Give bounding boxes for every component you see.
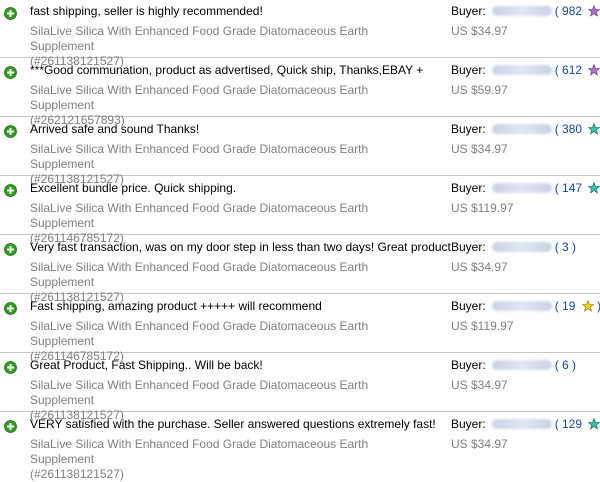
item-price: US $34.97	[451, 142, 508, 156]
positive-feedback-icon	[4, 420, 17, 433]
teal-star-icon	[588, 123, 600, 135]
buyer-info: Buyer:( 129 )	[451, 417, 600, 431]
feedback-list: fast shipping, seller is highly recommen…	[0, 0, 600, 481]
item-price: US $119.97	[451, 319, 514, 333]
yellow-star-icon	[581, 300, 594, 312]
buyer-score[interactable]: 19	[562, 299, 575, 313]
buyer-label: Buyer:	[451, 240, 486, 254]
feedback-row: Fast shipping, amazing product +++++ wil…	[0, 294, 600, 363]
buyer-score[interactable]: 982	[562, 4, 582, 18]
positive-feedback-icon	[4, 302, 17, 315]
buyer-info: Buyer:( 612 )	[451, 63, 600, 77]
feedback-row: Arrived safe and sound Thanks! SilaLive …	[0, 117, 600, 186]
buyer-label: Buyer:	[451, 358, 486, 372]
buyer-info: Buyer:( 147 )	[451, 181, 600, 195]
item-price: US $119.97	[451, 201, 514, 215]
positive-feedback-icon	[4, 243, 17, 256]
item-price: US $34.97	[451, 24, 508, 38]
buyer-label: Buyer:	[451, 181, 486, 195]
buyer-name-redacted[interactable]	[491, 64, 552, 75]
buyer-score[interactable]: 3	[562, 240, 569, 254]
positive-feedback-icon	[4, 184, 17, 197]
item-title-text: SilaLive Silica With Enhanced Food Grade…	[30, 437, 369, 466]
buyer-label: Buyer:	[451, 122, 486, 136]
feedback-comment: Fast shipping, amazing product +++++ wil…	[30, 299, 322, 313]
buyer-info: Buyer:( 982 )	[451, 4, 600, 18]
item-title-text: SilaLive Silica With Enhanced Food Grade…	[30, 142, 369, 171]
buyer-label: Buyer:	[451, 4, 486, 18]
item-title-text: SilaLive Silica With Enhanced Food Grade…	[30, 378, 369, 407]
buyer-info: Buyer:( 19 )	[451, 299, 600, 313]
feedback-comment: Arrived safe and sound Thanks!	[30, 122, 200, 136]
buyer-name-redacted[interactable]	[491, 418, 552, 429]
feedback-row: ***Good communation, product as advertis…	[0, 58, 600, 127]
buyer-score[interactable]: 380	[562, 122, 582, 136]
buyer-score[interactable]: 129	[562, 417, 582, 431]
buyer-label: Buyer:	[451, 417, 486, 431]
feedback-comment: Very fast transaction, was on my door st…	[30, 240, 455, 254]
buyer-info: Buyer:( 3 )	[451, 240, 577, 254]
buyer-name-redacted[interactable]	[491, 123, 552, 134]
purple-star-icon	[588, 5, 600, 17]
buyer-score[interactable]: 147	[562, 181, 582, 195]
buyer-info: Buyer:( 380 )	[451, 122, 600, 136]
feedback-comment: ***Good communation, product as advertis…	[30, 63, 424, 77]
buyer-name-redacted[interactable]	[491, 182, 552, 193]
buyer-label: Buyer:	[451, 63, 486, 77]
item-title[interactable]: SilaLive Silica With Enhanced Food Grade…	[30, 437, 410, 482]
buyer-info: Buyer:( 6 )	[451, 358, 577, 372]
item-title-text: SilaLive Silica With Enhanced Food Grade…	[30, 24, 369, 53]
item-price: US $59.97	[451, 83, 508, 97]
buyer-name-redacted[interactable]	[491, 359, 552, 370]
buyer-name-redacted[interactable]	[491, 300, 552, 311]
item-title-text: SilaLive Silica With Enhanced Food Grade…	[30, 260, 369, 289]
teal-star-icon	[588, 182, 600, 194]
feedback-row: VERY satisfied with the purchase. Seller…	[0, 412, 600, 481]
feedback-comment: Great Product, Fast Shipping.. Will be b…	[30, 358, 263, 372]
feedback-comment: VERY satisfied with the purchase. Seller…	[30, 417, 436, 431]
purple-star-icon	[588, 64, 600, 76]
feedback-row: fast shipping, seller is highly recommen…	[0, 0, 600, 68]
feedback-row: Great Product, Fast Shipping.. Will be b…	[0, 353, 600, 422]
positive-feedback-icon	[4, 7, 17, 20]
item-price: US $34.97	[451, 260, 508, 274]
teal-star-icon	[588, 418, 600, 430]
feedback-comment: Excellent bundle price. Quick shipping.	[30, 181, 237, 195]
buyer-label: Buyer:	[451, 299, 486, 313]
positive-feedback-icon	[4, 125, 17, 138]
item-number: (#261138121527)	[30, 467, 124, 481]
item-title-text: SilaLive Silica With Enhanced Food Grade…	[30, 201, 369, 230]
item-price: US $34.97	[451, 437, 508, 451]
feedback-comment: fast shipping, seller is highly recommen…	[30, 4, 263, 18]
positive-feedback-icon	[4, 361, 17, 374]
buyer-score[interactable]: 6	[562, 358, 569, 372]
item-title-text: SilaLive Silica With Enhanced Food Grade…	[30, 83, 369, 112]
buyer-name-redacted[interactable]	[491, 241, 552, 252]
item-price: US $34.97	[451, 378, 508, 392]
positive-feedback-icon	[4, 66, 17, 79]
feedback-row: Excellent bundle price. Quick shipping. …	[0, 176, 600, 245]
item-title-text: SilaLive Silica With Enhanced Food Grade…	[30, 319, 369, 348]
buyer-score[interactable]: 612	[562, 63, 582, 77]
feedback-row: Very fast transaction, was on my door st…	[0, 235, 600, 304]
buyer-name-redacted[interactable]	[491, 5, 552, 16]
